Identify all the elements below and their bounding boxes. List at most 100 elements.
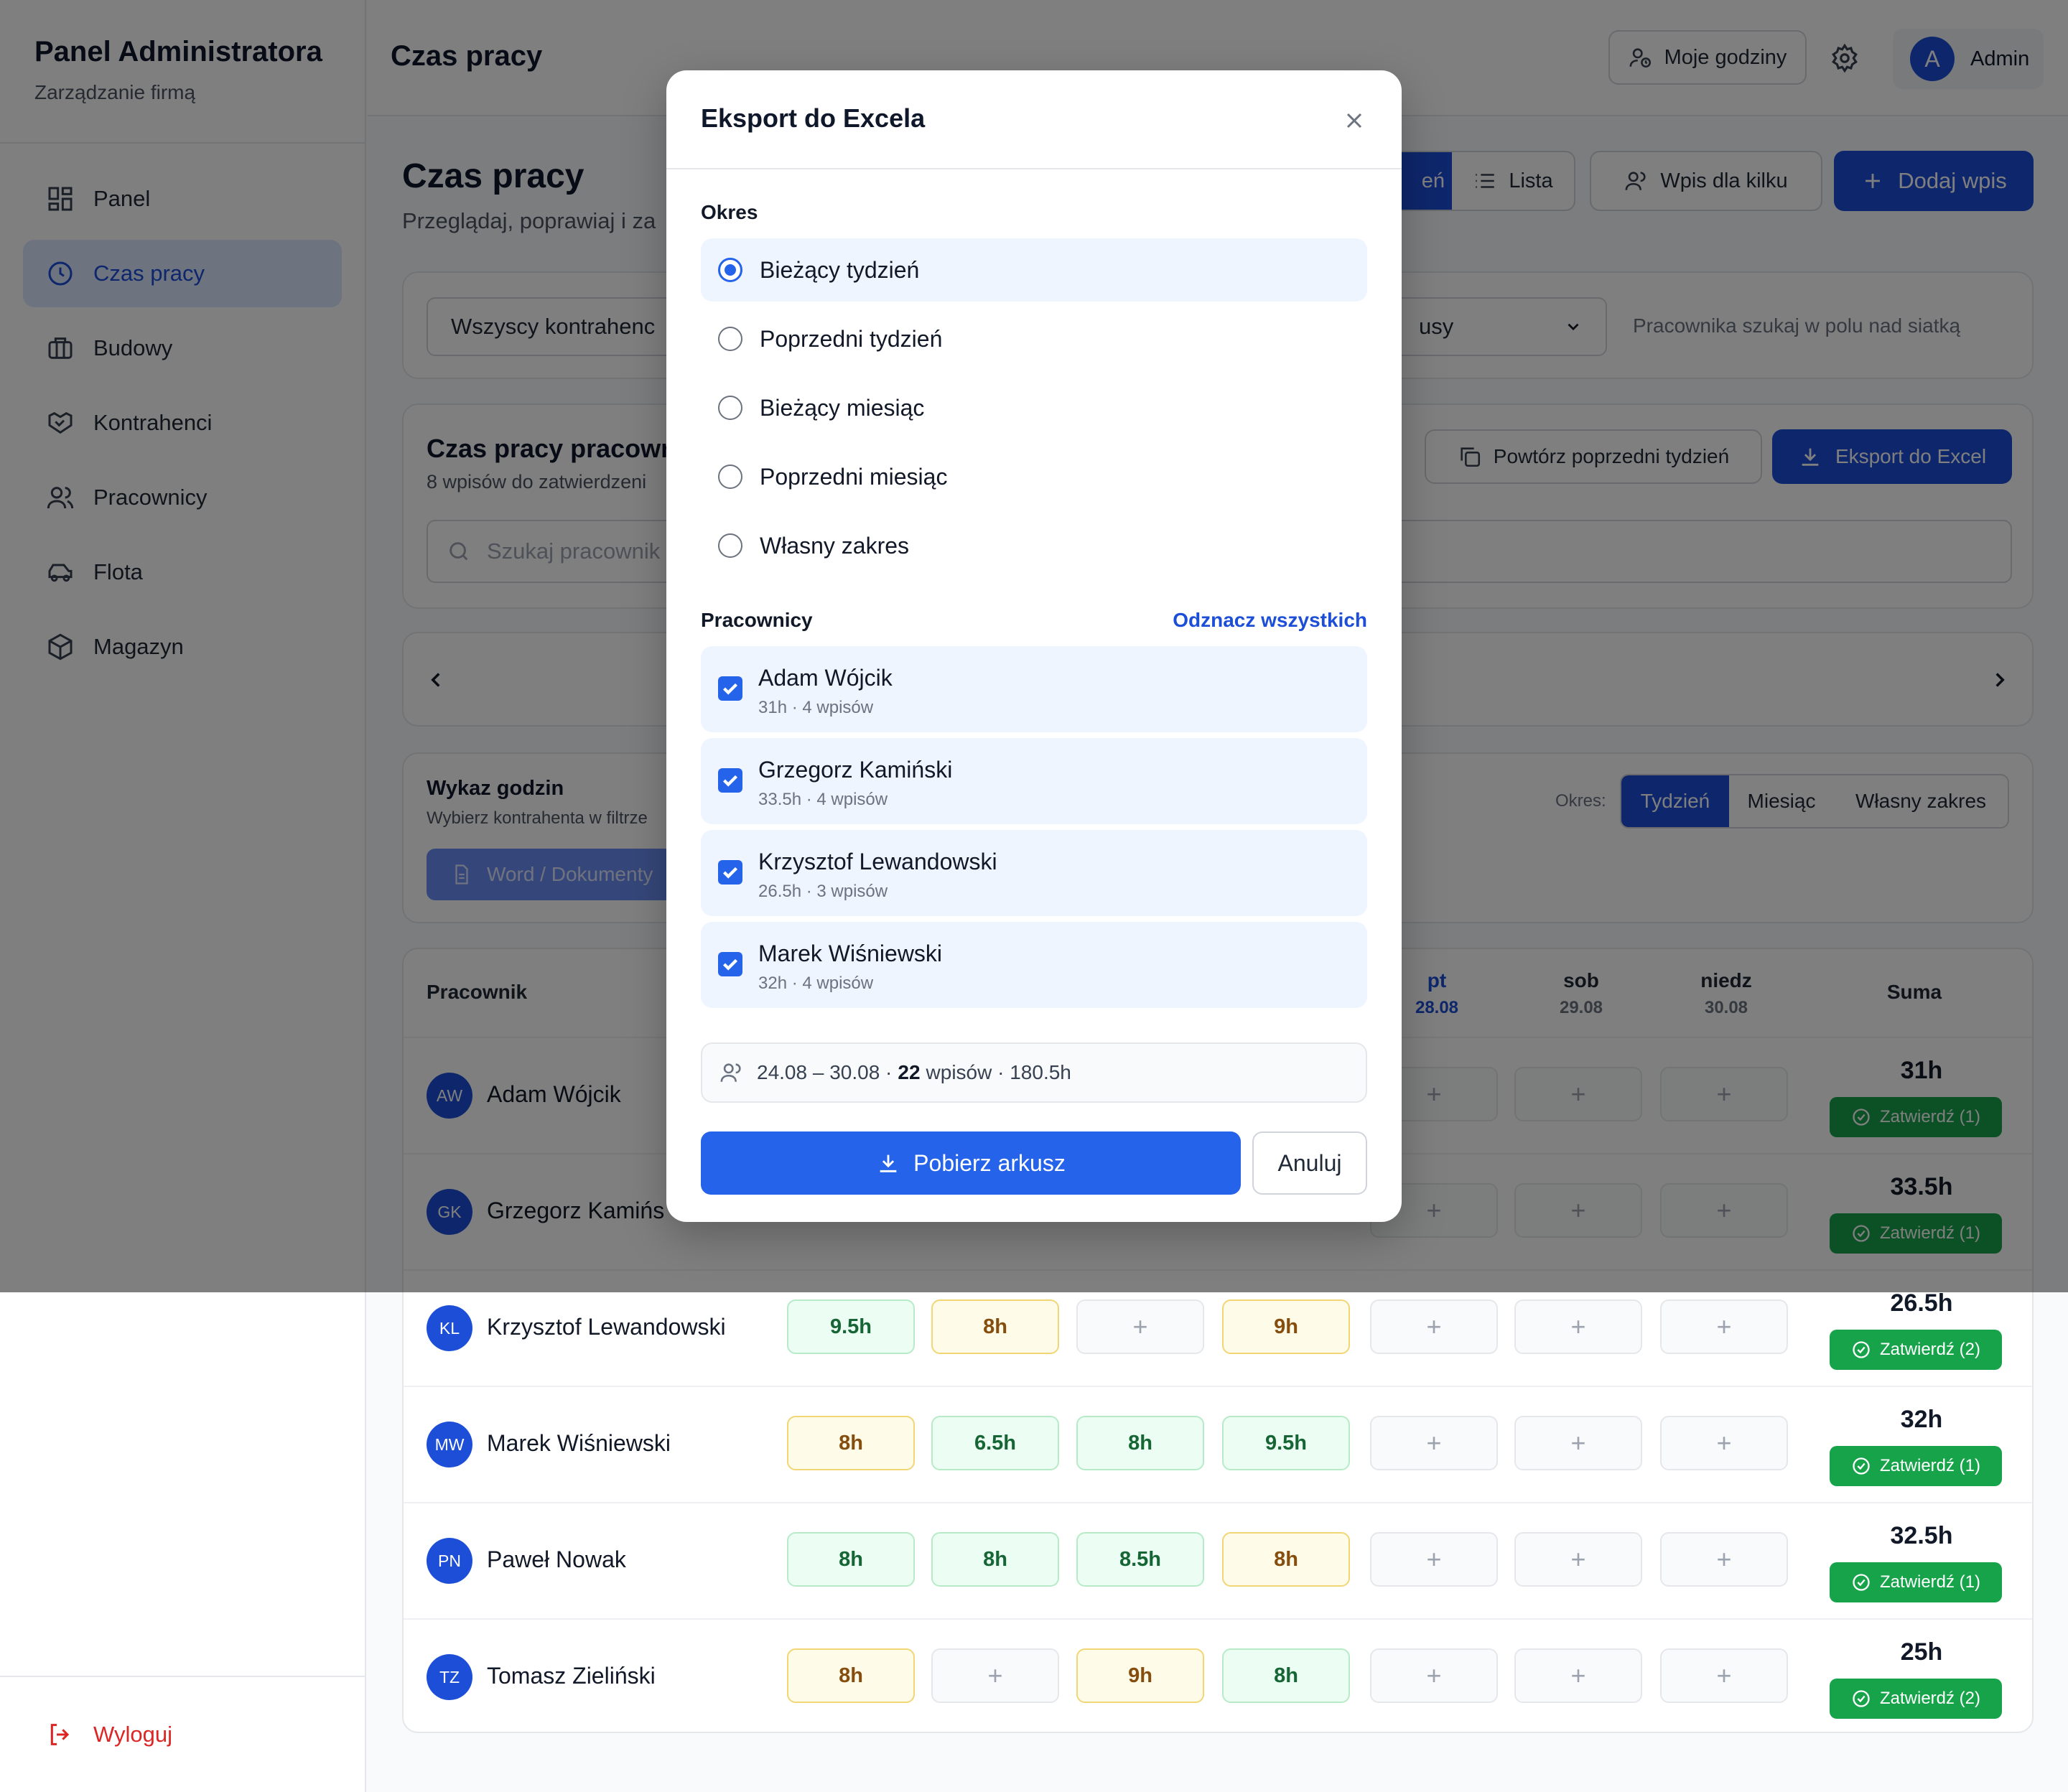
employees-section-label: Pracownicy (701, 609, 813, 631)
hours-cell[interactable]: 8h (787, 1648, 915, 1703)
add-hours-cell[interactable]: + (1514, 1416, 1642, 1470)
period-option-label: Poprzedni tydzień (760, 325, 943, 352)
checkmark-icon (722, 958, 738, 971)
hours-cell[interactable]: 8h (1076, 1416, 1204, 1470)
modal-title: Eksport do Excela (701, 103, 926, 133)
add-hours-cell[interactable]: + (1660, 1648, 1788, 1703)
radio-button[interactable] (718, 258, 742, 282)
employee-option-meta: 26.5h · 3 wpisów (758, 882, 888, 901)
radio-button[interactable] (718, 396, 742, 420)
employee-option[interactable]: Grzegorz Kamiński 33.5h · 4 wpisów (701, 738, 1367, 824)
hours-cell[interactable]: 8h (787, 1532, 915, 1587)
employee-option-name: Marek Wiśniewski (758, 941, 943, 966)
employee-name[interactable]: Paweł Nowak (487, 1546, 626, 1573)
table-row: TZ Tomasz Zieliński 8h +9h 8h + + +25h Zatwierdź… (404, 1618, 2032, 1735)
check-circle-icon (1853, 1574, 1870, 1591)
period-option[interactable]: Własny zakres (701, 514, 1367, 577)
period-option[interactable]: Bieżący miesiąc (701, 376, 1367, 439)
summary-count: 22 (898, 1061, 921, 1083)
add-hours-cell[interactable]: + (1370, 1532, 1498, 1587)
close-icon[interactable] (1341, 108, 1367, 134)
check-circle-icon (1853, 1457, 1870, 1475)
add-hours-cell[interactable]: + (1660, 1532, 1788, 1587)
hours-cell[interactable]: 9h (1076, 1648, 1204, 1703)
download-icon (880, 1154, 897, 1172)
row-sum: 32.5h (1890, 1522, 1953, 1549)
cancel-button[interactable]: Anuluj (1252, 1131, 1367, 1195)
export-modal: Eksport do Excela Okres Bieżący tydzień P… (666, 70, 1402, 1222)
add-hours-cell[interactable]: + (1514, 1299, 1642, 1354)
employee-name[interactable]: Marek Wiśniewski (487, 1430, 671, 1457)
radio-button[interactable] (718, 465, 742, 489)
hours-cell[interactable]: 8h (787, 1416, 915, 1470)
hours-cell[interactable]: 9h (1222, 1299, 1350, 1354)
hours-cell[interactable]: 6.5h (931, 1416, 1059, 1470)
hours-cell[interactable]: 8h (931, 1532, 1059, 1587)
approve-button[interactable]: Zatwierdź (1) (1830, 1446, 2002, 1486)
avatar: KL (427, 1305, 472, 1351)
add-hours-cell[interactable]: + (1370, 1648, 1498, 1703)
table-row: PN Paweł Nowak 8h 8h 8.5h 8h + + +32.5h Zatwierdź… (404, 1502, 2032, 1618)
add-hours-cell[interactable]: + (1514, 1532, 1642, 1587)
employee-option[interactable]: Krzysztof Lewandowski 26.5h · 3 wpisów (701, 830, 1367, 916)
hours-cell[interactable]: 8h (1222, 1532, 1350, 1587)
employee-name[interactable]: Tomasz Zieliński (487, 1663, 656, 1689)
employee-option-name: Adam Wójcik (758, 665, 893, 691)
period-section-label: Okres (701, 201, 758, 223)
row-sum: 25h (1900, 1638, 1943, 1666)
employee-checkbox[interactable] (718, 676, 742, 701)
avatar: TZ (427, 1654, 472, 1700)
row-sum: 32h (1900, 1406, 1943, 1433)
hours-cell[interactable]: 9.5h (787, 1299, 915, 1354)
hours-cell[interactable]: 8h (931, 1299, 1059, 1354)
approve-label: Zatwierdź (2) (1879, 1340, 1981, 1359)
checkmark-icon (722, 683, 738, 695)
employee-option[interactable]: Adam Wójcik 31h · 4 wpisów (701, 646, 1367, 732)
approve-label: Zatwierdź (1) (1879, 1456, 1981, 1475)
approve-label: Zatwierdź (1) (1879, 1572, 1981, 1592)
download-sheet-button[interactable]: Pobierz arkusz (701, 1131, 1241, 1195)
add-hours-cell[interactable]: + (1370, 1416, 1498, 1470)
radio-button[interactable] (718, 533, 742, 558)
add-hours-cell[interactable]: + (931, 1648, 1059, 1703)
summary-rest: wpisów · 180.5h (926, 1061, 1071, 1083)
employee-option-name: Krzysztof Lewandowski (758, 849, 997, 874)
employee-option-meta: 31h · 4 wpisów (758, 698, 874, 717)
add-hours-cell[interactable]: + (1660, 1299, 1788, 1354)
employee-option-meta: 32h · 4 wpisów (758, 974, 874, 993)
period-option-label: Bieżący miesiąc (760, 394, 925, 421)
employee-checkbox[interactable] (718, 860, 742, 885)
users-icon (720, 1063, 741, 1082)
period-option[interactable]: Poprzedni tydzień (701, 307, 1367, 370)
radio-button[interactable] (718, 327, 742, 351)
employee-option[interactable]: Marek Wiśniewski 32h · 4 wpisów (701, 922, 1367, 1008)
employee-name[interactable]: Krzysztof Lewandowski (487, 1314, 726, 1340)
hours-cell[interactable]: 8h (1222, 1648, 1350, 1703)
export-summary: 24.08 – 30.08 · 22 wpisów · 180.5h (701, 1042, 1367, 1103)
logout-icon (50, 1724, 70, 1745)
approve-button[interactable]: Zatwierdź (2) (1830, 1330, 2002, 1370)
approve-label: Zatwierdź (2) (1879, 1689, 1981, 1708)
hours-cell[interactable]: 9.5h (1222, 1416, 1350, 1470)
approve-button[interactable]: Zatwierdź (2) (1830, 1679, 2002, 1719)
add-hours-cell[interactable]: + (1076, 1299, 1204, 1354)
employee-option-name: Grzegorz Kamiński (758, 757, 953, 783)
modal-header: Eksport do Excela (666, 70, 1402, 169)
avatar: PN (427, 1538, 472, 1584)
hours-cell[interactable]: 8.5h (1076, 1532, 1204, 1587)
period-option[interactable]: Bieżący tydzień (701, 238, 1367, 302)
employee-checkbox[interactable] (718, 768, 742, 793)
download-label: Pobierz arkusz (913, 1149, 1066, 1176)
add-hours-cell[interactable]: + (1370, 1299, 1498, 1354)
row-sum: 26.5h (1890, 1289, 1953, 1317)
table-row: MW Marek Wiśniewski 8h 6.5h 8h 9.5h + + +32h Zatw… (404, 1386, 2032, 1502)
add-hours-cell[interactable]: + (1514, 1648, 1642, 1703)
deselect-all-link[interactable]: Odznacz wszystkich (1173, 609, 1367, 632)
logout-button[interactable]: Wyloguj (0, 1676, 365, 1792)
employee-option-meta: 33.5h · 4 wpisów (758, 790, 888, 809)
add-hours-cell[interactable]: + (1660, 1416, 1788, 1470)
approve-button[interactable]: Zatwierdź (1) (1830, 1562, 2002, 1602)
employee-checkbox[interactable] (718, 952, 742, 976)
check-circle-icon (1853, 1690, 1870, 1707)
period-option[interactable]: Poprzedni miesiąc (701, 445, 1367, 508)
